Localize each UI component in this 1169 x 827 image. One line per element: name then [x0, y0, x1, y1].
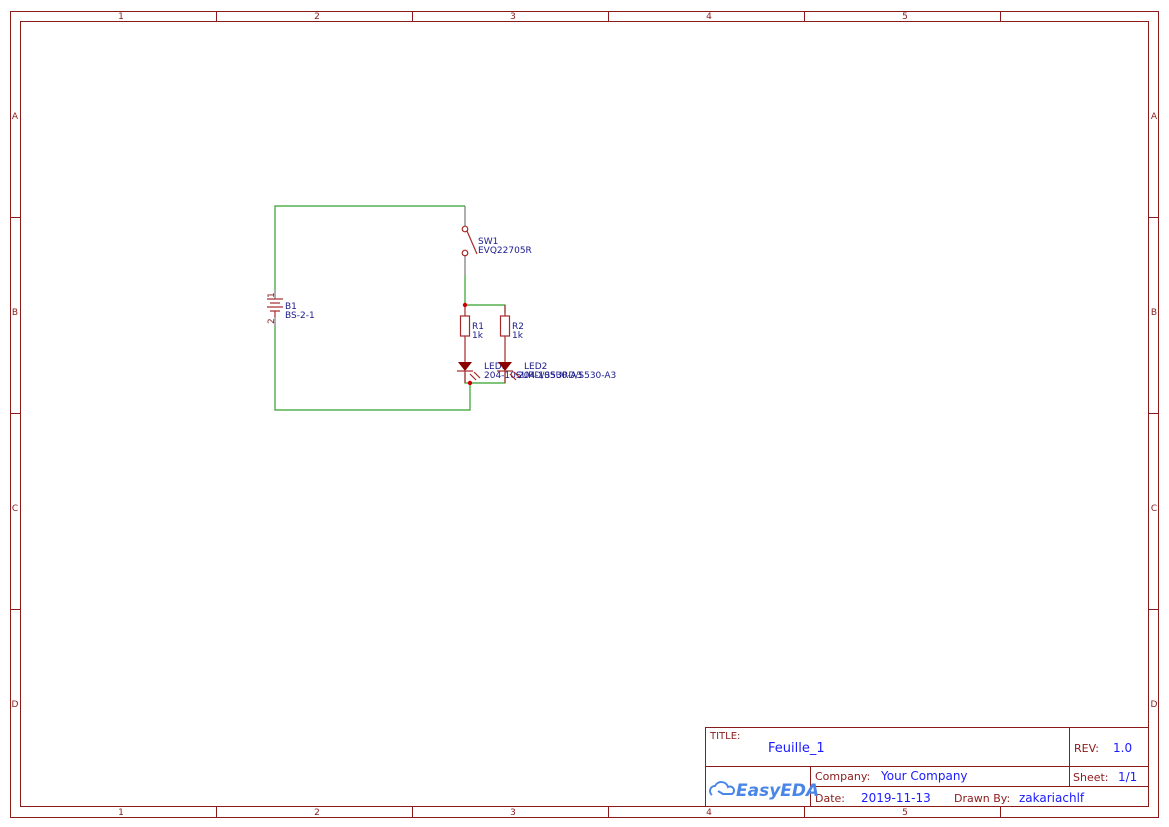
column-label: 5 — [902, 808, 908, 818]
row-label: C — [12, 504, 18, 514]
company-value[interactable]: Your Company — [880, 769, 968, 783]
row-label: A — [12, 112, 19, 122]
resistor-r2[interactable]: R2 1k — [499, 305, 524, 362]
easyeda-logo: EasyEDA — [709, 781, 819, 801]
cloud-icon — [709, 781, 735, 796]
column-label: 5 — [902, 12, 908, 22]
column-label: 3 — [510, 808, 516, 818]
row-label: A — [1151, 112, 1158, 122]
date-label: Date: — [815, 792, 845, 805]
component-value: BS-2-1 — [285, 311, 315, 321]
wire[interactable] — [274, 326, 471, 411]
row-label: B — [12, 308, 18, 318]
column-label: 2 — [314, 808, 320, 818]
rev-label: REV: — [1074, 742, 1099, 755]
drawn-by-label: Drawn By: — [954, 792, 1010, 805]
battery-b1[interactable]: 1 2 B1 BS-2-1 — [267, 290, 315, 326]
title-block: TITLE: Feuille_1 REV: 1.0 Company: Your … — [705, 727, 1149, 807]
wires — [274, 205, 506, 411]
wire[interactable] — [274, 205, 465, 290]
component-value: 1k — [512, 331, 524, 341]
drawn-by-value[interactable]: zakariachlf — [1019, 791, 1085, 805]
date-value[interactable]: 2019-11-13 — [861, 791, 931, 805]
column-label: 2 — [314, 12, 320, 22]
pin-number: 2 — [267, 318, 277, 324]
junction-dot — [467, 380, 473, 386]
sheet-number: 1/1 — [1118, 770, 1137, 784]
row-label: D — [12, 700, 19, 710]
row-label: C — [1151, 504, 1157, 514]
logo-text: EasyEDA — [736, 781, 819, 801]
company-label: Company: — [815, 770, 870, 783]
sheet-title[interactable]: Feuille_1 — [768, 741, 825, 756]
component-value: 204-10SURD/S530-A3 — [518, 371, 616, 381]
row-label: D — [1151, 700, 1158, 710]
column-label: 4 — [706, 808, 712, 818]
column-label: 4 — [706, 12, 712, 22]
sheet-label: Sheet: — [1073, 771, 1109, 784]
component-value: 1k — [472, 331, 484, 341]
switch-sw1[interactable]: SW1 EVQ22705R — [461, 206, 532, 275]
wire[interactable] — [464, 275, 506, 313]
row-label: B — [1151, 308, 1157, 318]
title-label: TITLE: — [709, 731, 740, 742]
junction-dot — [462, 302, 468, 308]
rev-value[interactable]: 1.0 — [1113, 741, 1132, 755]
column-label: 3 — [510, 12, 516, 22]
pin-number: 1 — [267, 292, 277, 298]
column-label: 1 — [118, 808, 124, 818]
component-value: EVQ22705R — [478, 246, 532, 256]
sheet-frame: 1 1 2 2 3 3 4 4 5 5 A A B B C C D D — [10, 11, 1159, 818]
column-label: 1 — [118, 12, 124, 22]
schematic-sheet: 1 1 2 2 3 3 4 4 5 5 A A B B C C D D 1 2 B1 BS-2-1 SW1 EV… — [10, 11, 1159, 818]
resistor-r1[interactable]: R1 1k — [459, 305, 484, 362]
